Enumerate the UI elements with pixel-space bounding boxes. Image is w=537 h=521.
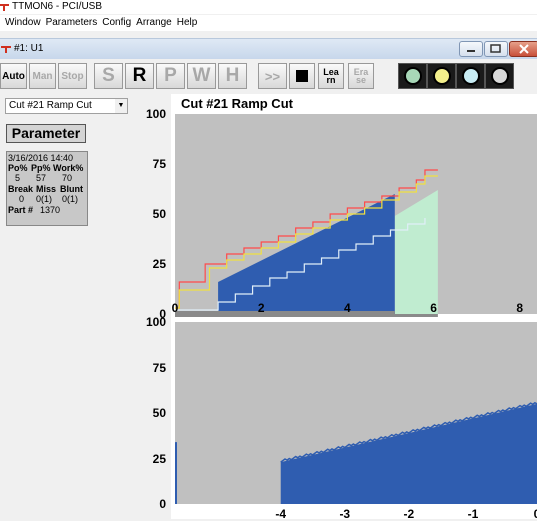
minimize-icon — [467, 50, 475, 52]
header-pp: Pp% — [31, 163, 51, 173]
indicator-light-3 — [456, 63, 485, 89]
chevron-down-icon[interactable]: ▼ — [115, 99, 127, 113]
bottom-chart-ytick: 25 — [152, 451, 166, 466]
value-pp: 57 — [36, 173, 47, 183]
app-titlebar: TTMON6 - PCI/USB — [0, 0, 537, 14]
cut-select-value: Cut #21 Ramp Cut — [9, 100, 92, 111]
stop-button[interactable]: Stop — [58, 63, 87, 89]
value-miss: 0(1) — [36, 194, 53, 204]
parameter-table: 3/16/2016 14:40 Po% Pp% Work% 5 57 70 Br… — [6, 151, 88, 226]
parameter-button[interactable]: Parameter — [6, 124, 86, 143]
top-chart-ytick: 25 — [152, 257, 166, 271]
menu-arrange[interactable]: Arrange — [136, 15, 172, 31]
menu-config[interactable]: Config — [102, 15, 131, 31]
menu-bar: Window Parameters Config Arrange Help — [0, 15, 537, 31]
header-miss: Miss — [36, 184, 57, 194]
part-label: Part # — [8, 205, 34, 215]
indicator-light-icon — [403, 67, 422, 85]
indicator-light-icon — [432, 67, 451, 85]
indicator-light-icon — [490, 67, 509, 85]
app-title: TTMON6 - PCI/USB — [12, 1, 103, 12]
menu-window[interactable]: Window — [5, 15, 41, 31]
bottom-chart — [175, 322, 537, 504]
value-break: 0 — [19, 194, 25, 204]
top-chart-ytick: 75 — [152, 157, 166, 171]
plot-area: Cut #21 Ramp Cut 100 75 50 25 0 0 2 4 6 8 100 75 5… — [146, 94, 537, 521]
menu-parameters[interactable]: Parameters — [46, 15, 98, 31]
child-window-title: #1: U1 — [14, 43, 44, 54]
child-window-logo-icon — [1, 46, 11, 53]
child-window-titlebar[interactable]: #1: U1 — [0, 38, 537, 59]
top-chart — [175, 114, 537, 317]
forward-button[interactable]: >> — [258, 63, 287, 89]
cut-select[interactable]: Cut #21 Ramp Cut ▼ — [5, 98, 128, 114]
bottom-chart-ytick: 75 — [152, 360, 166, 375]
bottom-chart-ytick: 50 — [152, 406, 166, 420]
header-break: Break — [8, 184, 34, 194]
minimize-button[interactable] — [459, 41, 483, 57]
app-logo-icon — [0, 4, 9, 11]
stop-square-icon — [296, 70, 308, 82]
close-button[interactable] — [509, 41, 537, 57]
top-chart-xtick: 8 — [516, 301, 524, 315]
menu-help[interactable]: Help — [177, 15, 198, 31]
top-chart-ytick: 100 — [145, 107, 166, 121]
erase-button[interactable]: Era se — [348, 63, 374, 89]
h-button[interactable]: H — [218, 63, 247, 89]
top-chart-xtick: 4 — [344, 301, 351, 315]
indicator-light-1 — [398, 63, 427, 89]
top-chart-xtick: 0 — [171, 301, 179, 315]
auto-button[interactable]: Auto — [0, 63, 27, 89]
part-value: 1370 — [40, 205, 61, 215]
p-button[interactable]: P — [156, 63, 185, 89]
header-po: Po% — [8, 163, 28, 173]
top-chart-ytick: 50 — [152, 207, 166, 221]
erase-label-bottom: se — [355, 75, 366, 85]
value-work: 70 — [62, 173, 73, 183]
learn-label-bottom: rn — [326, 75, 336, 85]
top-chart-xtick: 6 — [430, 301, 437, 315]
r-button[interactable]: R — [125, 63, 154, 89]
s-button[interactable]: S — [94, 63, 123, 89]
stop-square-button[interactable] — [289, 63, 315, 89]
close-icon — [519, 44, 529, 54]
learn-button[interactable]: Lea rn — [318, 63, 344, 89]
maximize-icon — [490, 44, 501, 53]
toolbar: Auto Man Stop S R P W H >> Lea rn Era se — [0, 60, 537, 92]
value-blunt: 0(1) — [62, 194, 79, 204]
w-button[interactable]: W — [187, 63, 216, 89]
indicator-light-2 — [427, 63, 456, 89]
indicator-light-4 — [485, 63, 514, 89]
datetime: 3/16/2016 14:40 — [8, 153, 74, 163]
bottom-chart-ytick: 0 — [159, 497, 166, 511]
manual-button[interactable]: Man — [29, 63, 56, 89]
plot-title: Cut #21 Ramp Cut — [181, 96, 293, 111]
maximize-button[interactable] — [484, 41, 508, 57]
indicator-light-icon — [461, 67, 480, 85]
value-po: 5 — [15, 173, 21, 183]
header-work: Work% — [53, 163, 84, 173]
bottom-chart-left-sliver — [175, 442, 177, 504]
bottom-chart-ytick: 100 — [145, 315, 166, 329]
header-blunt: Blunt — [60, 184, 83, 194]
top-chart-xtick: 2 — [257, 301, 265, 315]
